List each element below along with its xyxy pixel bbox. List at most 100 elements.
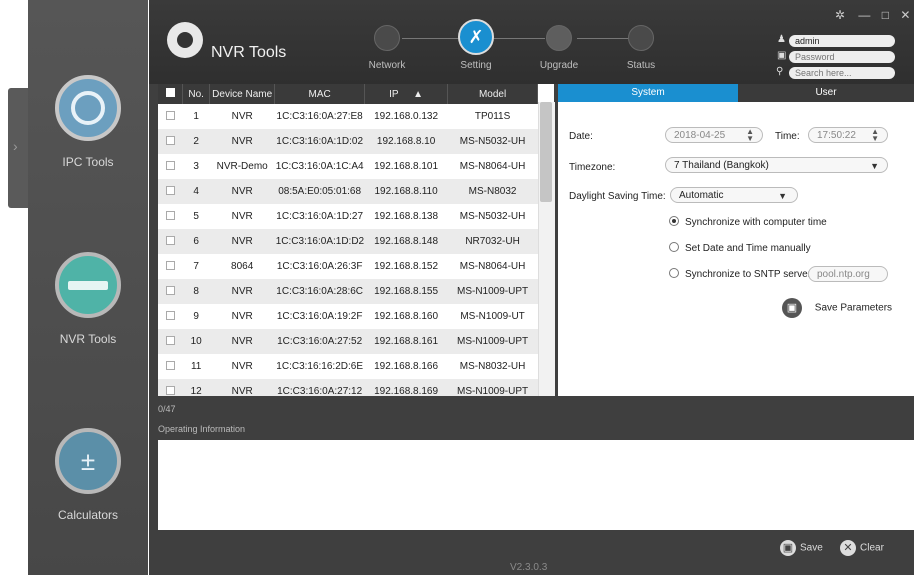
cell-device-name: NVR [209,279,275,304]
cell-ip: 192.168.8.152 [374,261,439,272]
password-field[interactable] [789,51,895,63]
column-header-device-name[interactable]: Device Name [209,84,276,104]
radio-button[interactable] [669,216,679,226]
cell-mac: 1C:C3:16:0A:27:12 [274,379,365,396]
sidebar-collapse-tab[interactable]: › [8,88,28,208]
sidebar-item-nvr-tools[interactable]: NVR Tools [28,252,148,346]
dropdown-arrow-icon: ▼ [778,191,787,201]
column-header-model[interactable]: Model [447,84,538,104]
row-checkbox[interactable] [158,179,183,204]
dst-select[interactable]: Automatic ▼ [670,187,798,203]
cell-device-name: NVR [209,329,275,354]
clear-x-icon: ✕ [840,540,856,556]
radio-button[interactable] [669,242,679,252]
minimize-icon[interactable]: — [858,8,870,22]
timezone-select[interactable]: 7 Thailand (Bangkok) ▼ [665,157,888,173]
cell-device-name: NVR [231,111,253,122]
user-icon: ♟ [777,34,786,45]
version-label: V2.3.0.3 [510,562,548,573]
step-network[interactable]: Network [367,25,407,71]
cell-no: 11 [190,361,202,372]
refresh-circle-icon [55,75,121,141]
table-row[interactable]: 3 NVR-Demo 1C:C3:16:0A:1C:A4 192.168.8.101 M… [158,154,538,179]
maximize-icon[interactable]: □ [882,8,889,22]
dst-value: Automatic [679,190,724,201]
close-icon[interactable]: ✕ [900,8,910,22]
step-upgrade[interactable]: Upgrade [537,25,581,71]
column-header-ip[interactable]: IP ▲ [364,84,449,104]
username-field[interactable]: admin [789,35,895,47]
tab-system[interactable]: System [558,84,738,102]
status-icon [628,25,654,51]
chevron-right-icon: › [13,138,18,154]
scrollbar-thumb[interactable] [540,102,552,202]
row-checkbox[interactable] [158,254,183,279]
cell-ip: 192.168.0.132 [374,111,439,122]
table-row[interactable]: 6 NVR 1C:C3:16:0A:1D:D2 192.168.8.148 NR7032… [158,229,538,254]
row-checkbox[interactable] [158,279,183,304]
row-checkbox[interactable] [158,329,183,354]
cell-model: MS-N1009-UPT [447,379,538,396]
cell-no: 10 [182,329,210,354]
row-checkbox[interactable] [158,129,183,154]
cell-model: MS-N5032-UH [459,211,526,222]
step-status[interactable]: Status [621,25,661,71]
sidebar-item-label: NVR Tools [59,332,117,346]
sidebar-item-label: Calculators [57,508,119,522]
search-icon: ⚲ [776,66,784,77]
cell-ip: 192.168.8.169 [364,379,448,396]
table-row[interactable]: 10 NVR 1C:C3:16:0A:27:52 192.168.8.161 MS-N1… [158,329,538,354]
table-row[interactable]: 1 NVR 1C:C3:16:0A:27:E8 192.168.0.132 TP011S [158,104,538,129]
step-connector [402,38,459,39]
save-parameters-button[interactable]: ▣ Save Parameters [782,298,892,318]
column-header-mac[interactable]: MAC [274,84,366,104]
row-checkbox[interactable] [158,304,183,329]
table-row[interactable]: 2 NVR 1C:C3:16:0A:1D:02 192.168.8.10 MS-N503… [158,129,538,154]
row-checkbox[interactable] [158,354,183,379]
sidebar-item-calculators[interactable]: ± Calculators [28,428,148,522]
settings-icon[interactable]: ✲ [835,8,845,22]
radio-button[interactable] [669,268,679,278]
sidebar-item-ipc-tools[interactable]: IPC Tools [28,75,148,169]
cell-device-name: 8064 [231,261,254,272]
nvr-device-icon [55,252,121,318]
step-label: Status [626,60,656,71]
table-row[interactable]: 11 NVR 1C:C3:16:16:2D:6E 192.168.8.166 MS-N8… [158,354,538,379]
upgrade-icon [546,25,572,51]
table-row[interactable]: 7 8064 1C:C3:16:0A:26:3F 192.168.8.152 MS-N8… [158,254,538,279]
table-row[interactable]: 4 NVR 08:5A:E0:05:01:68 192.168.8.110 MS-N80… [158,179,538,204]
table-row[interactable]: 9 NVR 1C:C3:16:0A:19:2F 192.168.8.160 MS-N10… [158,304,538,329]
save-button[interactable]: ▣ Save [780,540,823,556]
table-row[interactable]: 12 NVR 1C:C3:16:0A:27:12 192.168.8.169 MS-N1… [158,379,538,396]
row-checkbox[interactable] [158,229,183,254]
device-count: 0/47 [158,404,176,414]
select-all-checkbox[interactable] [158,84,184,104]
row-checkbox[interactable] [158,154,183,179]
tab-user[interactable]: User [738,84,914,102]
step-setting[interactable]: ✗ Setting [454,19,498,71]
save-parameters-label: Save Parameters [814,302,893,314]
row-checkbox[interactable] [158,204,183,229]
radio-set-manually[interactable]: Set Date and Time manually [669,242,811,254]
sidebar: IPC Tools NVR Tools ± Calculators [28,0,148,575]
radio-sync-computer[interactable]: Synchronize with computer time [669,216,827,228]
radio-sync-sntp[interactable]: Synchronize to SNTP server: [669,268,814,280]
clear-button[interactable]: ✕ Clear [840,540,884,556]
timezone-value: 7 Thailand (Bangkok) [674,160,769,171]
sntp-server-field[interactable]: pool.ntp.org [808,266,888,282]
cell-device-name: NVR [209,229,275,254]
column-header-label: IP [389,88,399,100]
app-title: NVR Tools [211,44,287,61]
column-header-no[interactable]: No. [182,84,211,104]
clear-label: Clear [860,542,884,554]
search-input[interactable] [789,67,895,79]
table-row[interactable]: 5 NVR 1C:C3:16:0A:1D:27 192.168.8.138 MS-N50… [158,204,538,229]
spinner-icon[interactable]: ▲ ▼ [871,128,879,143]
row-checkbox[interactable] [158,104,183,129]
spinner-icon[interactable]: ▲ ▼ [746,128,754,143]
time-field[interactable]: 17:50:22 ▲ ▼ [808,127,888,143]
row-checkbox[interactable] [158,379,183,396]
table-row[interactable]: 8 NVR 1C:C3:16:0A:28:6C 192.168.8.155 MS-N10… [158,279,538,304]
date-field[interactable]: 2018-04-25 ▲ ▼ [665,127,763,143]
time-value: 17:50:22 [817,130,856,141]
